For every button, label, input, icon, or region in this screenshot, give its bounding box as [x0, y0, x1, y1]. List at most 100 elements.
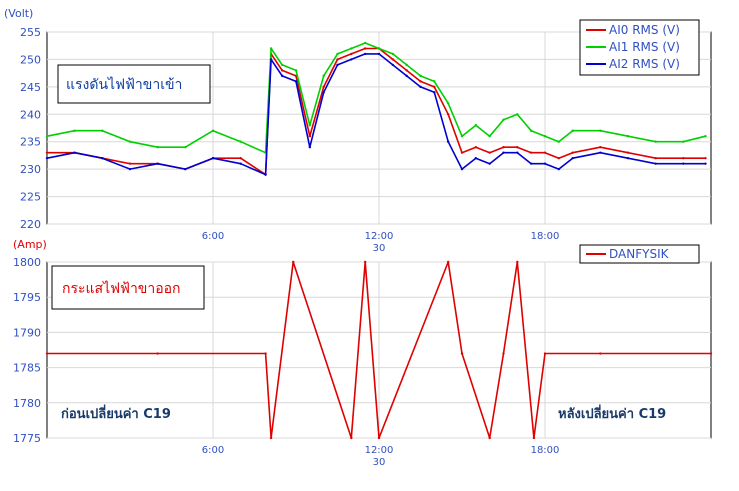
- current-unit-label: (Amp): [13, 238, 47, 251]
- voltage-series-point-2: [73, 151, 76, 154]
- voltage-y-tick-label: 245: [20, 81, 41, 94]
- voltage-series-point-1: [626, 135, 630, 138]
- voltage-series-point-1: [488, 135, 491, 138]
- voltage-series-point-2: [460, 167, 464, 171]
- voltage-series-point-1: [350, 47, 353, 50]
- voltage-series-point-2: [363, 52, 367, 56]
- voltage-series-point-2: [433, 91, 436, 94]
- voltage-series-point-2: [101, 156, 104, 160]
- current-series-point-0: [156, 352, 159, 355]
- voltage-series-point-1: [502, 118, 505, 121]
- voltage-series-point-2: [391, 63, 395, 67]
- voltage-series-point-2: [488, 162, 491, 165]
- voltage-y-tick-label: 235: [20, 136, 41, 149]
- note-before-c19: ก่อนเปลี่ยนค่า C19: [61, 404, 171, 422]
- current-series-point-0: [709, 352, 713, 355]
- voltage-series-point-2: [308, 146, 312, 149]
- voltage-series-point-2: [156, 162, 159, 165]
- legend-label-ai1: AI1 RMS (V): [609, 40, 680, 54]
- voltage-series-point-0: [239, 156, 242, 160]
- voltage-series-point-0: [529, 151, 533, 154]
- voltage-series-point-0: [502, 146, 505, 149]
- voltage-series-point-1: [557, 140, 561, 143]
- voltage-series-point-1: [682, 140, 685, 143]
- voltage-series-point-0: [433, 85, 436, 89]
- voltage-series-point-0: [460, 151, 464, 154]
- current-series-point-0: [488, 436, 491, 440]
- voltage-series-point-0: [280, 69, 284, 72]
- voltage-series-point-2: [211, 156, 215, 160]
- voltage-series-point-1: [446, 102, 450, 105]
- legend-label-ai2: AI2 RMS (V): [609, 57, 680, 71]
- current-series-point-0: [532, 436, 536, 440]
- voltage-series-point-1: [654, 140, 657, 143]
- voltage-series-point-2: [543, 162, 547, 165]
- voltage-series-point-1: [211, 129, 215, 132]
- voltage-series-point-1: [704, 135, 707, 138]
- voltage-series-point-1: [308, 124, 312, 127]
- chart-svg: 220225230235240245250255 6:00 12:003018:0…: [0, 0, 739, 487]
- current-series-point-0: [502, 352, 505, 355]
- voltage-series-point-1: [45, 135, 49, 138]
- voltage-series-point-1: [294, 69, 298, 72]
- voltage-series-point-0: [45, 151, 49, 154]
- voltage-x-tick-label: 12:00: [365, 231, 394, 242]
- voltage-series-point-0: [128, 162, 132, 165]
- voltage-series-point-1: [73, 129, 76, 132]
- voltage-y-tick-label: 230: [20, 163, 41, 176]
- voltage-series-point-1: [599, 129, 602, 132]
- current-series-point-0: [446, 260, 450, 264]
- chart-figure: 220 225 230 235 240 245 250 255 6:00 12:00 30 18:0…: [0, 0, 739, 487]
- current-x-tick-label: 12:00: [365, 445, 394, 456]
- voltage-series-point-1: [391, 52, 395, 56]
- current-x-tick-sublabel: 30: [373, 457, 386, 468]
- voltage-y-tick-label: 220: [20, 218, 41, 231]
- voltage-series-point-0: [474, 146, 478, 149]
- voltage-y-tick-label: 255: [20, 26, 41, 39]
- voltage-panel: 220 225 230 235 240 245 250 255 6:00 12:0030 18:0…: [4, 7, 712, 254]
- voltage-series-point-2: [557, 167, 561, 171]
- voltage-series-point-2: [269, 58, 273, 61]
- current-y-tick-label: 1790: [13, 326, 41, 339]
- voltage-series-point-2: [474, 156, 478, 160]
- voltage-annotation: แรงดันไฟฟ้าขาเข้า: [66, 76, 182, 93]
- current-series-point-0: [377, 436, 381, 440]
- voltage-series-point-1: [460, 135, 464, 138]
- voltage-series-point-2: [571, 156, 574, 160]
- current-series-point-0: [292, 260, 295, 264]
- voltage-series-point-0: [308, 135, 312, 138]
- current-y-tick-label: 1780: [13, 397, 41, 410]
- voltage-unit-label: (Volt): [4, 7, 33, 20]
- voltage-series-point-0: [543, 151, 547, 154]
- current-x-tick-label: 6:00: [202, 445, 224, 456]
- voltage-series-point-0: [682, 156, 685, 160]
- voltage-series-point-0: [654, 156, 657, 160]
- voltage-series-point-2: [704, 162, 707, 165]
- voltage-series-point-2: [626, 156, 630, 160]
- voltage-series-point-1: [280, 63, 284, 67]
- voltage-series-point-2: [350, 58, 353, 61]
- voltage-series-point-0: [446, 113, 450, 116]
- legend-label-ai0: AI0 RMS (V): [609, 23, 680, 37]
- voltage-series-point-0: [516, 146, 519, 149]
- voltage-y-tick-label: 225: [20, 191, 41, 204]
- current-y-tick-label: 1800: [13, 256, 41, 269]
- current-series-point-0: [543, 352, 547, 355]
- current-series-point-0: [45, 352, 49, 355]
- legend-label-danfysik: DANFYSIK: [609, 247, 670, 261]
- voltage-series-point-1: [571, 129, 574, 132]
- current-series-point-0: [269, 436, 273, 440]
- voltage-series-point-0: [405, 69, 408, 72]
- current-series-point-0: [516, 260, 519, 264]
- voltage-series-point-0: [599, 146, 602, 149]
- voltage-y-tick-label: 250: [20, 53, 41, 66]
- current-series-point-0: [264, 352, 267, 355]
- voltage-x-tick-label: 6:00: [202, 231, 224, 242]
- voltage-series-point-1: [377, 47, 381, 50]
- voltage-series-point-2: [294, 80, 298, 83]
- voltage-series-point-2: [446, 140, 450, 143]
- voltage-series-point-1: [156, 146, 159, 149]
- voltage-series-point-1: [543, 135, 547, 138]
- voltage-series-point-2: [599, 151, 602, 154]
- voltage-series-point-1: [336, 52, 339, 56]
